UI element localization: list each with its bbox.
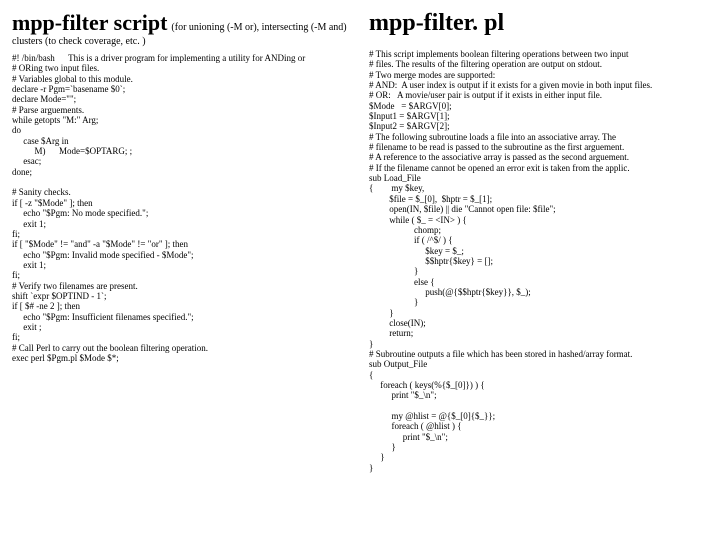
right-column: mpp-filter. pl # This script implements …	[369, 10, 708, 530]
right-code-block: # This script implements boolean filteri…	[369, 49, 708, 473]
left-title: mpp-filter script	[12, 10, 167, 35]
left-code-block: #! /bin/bash This is a driver program fo…	[12, 53, 351, 363]
left-title-row: mpp-filter script (for unioning (-M or),…	[12, 10, 351, 36]
left-subtitle-below: clusters (to check coverage, etc. )	[12, 36, 351, 47]
left-subtitle-inline: (for unioning (-M or), intersecting (-M …	[171, 22, 346, 33]
right-title: mpp-filter. pl	[369, 10, 504, 36]
left-column: mpp-filter script (for unioning (-M or),…	[12, 10, 351, 530]
right-title-row: mpp-filter. pl	[369, 10, 708, 37]
spacer	[369, 39, 708, 49]
